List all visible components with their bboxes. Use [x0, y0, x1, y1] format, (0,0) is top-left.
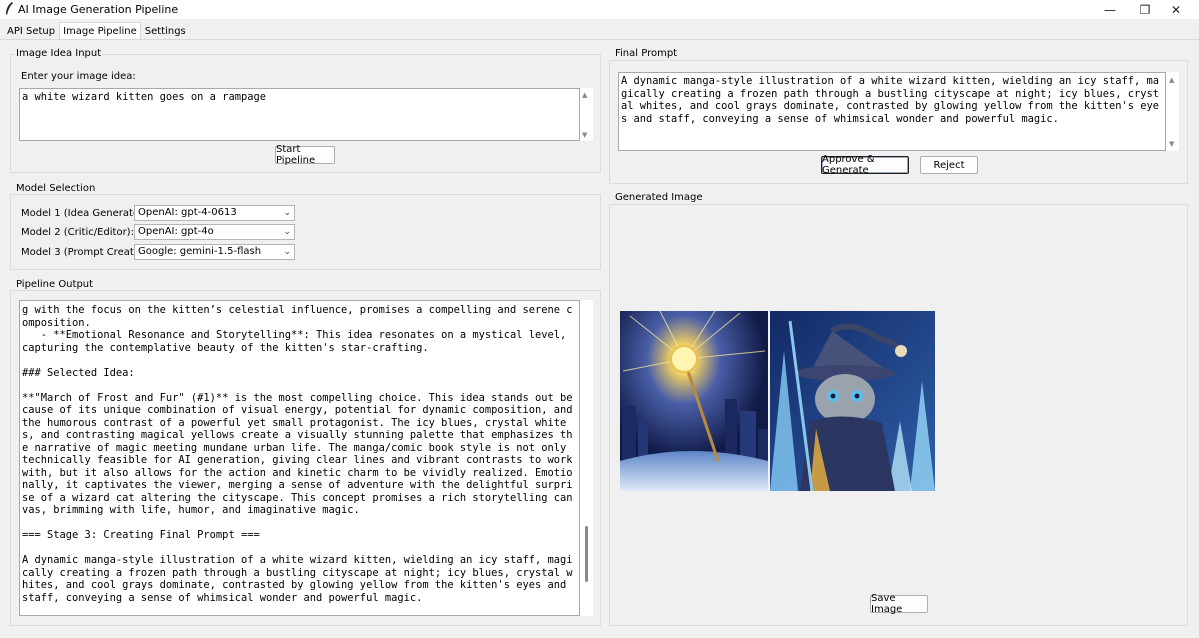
start-pipeline-button[interactable]: Start Pipeline [275, 144, 335, 166]
generated-image-left [620, 311, 768, 491]
pipeline-output-text[interactable]: g with the focus on the kitten’s celesti… [19, 300, 580, 616]
image-idea-scrollbar[interactable]: ▲ ▼ [580, 88, 593, 141]
approve-generate-button[interactable]: Approve & Generate [821, 154, 909, 176]
chevron-down-icon: ⌄ [283, 227, 291, 237]
generated-image-group-label: Generated Image [614, 192, 704, 203]
scroll-down-icon[interactable]: ▼ [582, 131, 587, 139]
pipeline-output-group-label: Pipeline Output [15, 279, 95, 290]
image-idea-input[interactable]: a white wizard kitten goes on a rampage [19, 88, 580, 141]
scroll-up-icon[interactable]: ▲ [582, 91, 587, 99]
model-2-value: OpenAI: gpt-4o [138, 226, 214, 237]
tab-api-setup[interactable]: API Setup [3, 22, 59, 40]
model-1-value: OpenAI: gpt-4-0613 [138, 207, 237, 218]
scroll-down-icon[interactable]: ▼ [1169, 140, 1174, 148]
model-2-select[interactable]: OpenAI: gpt-4o ⌄ [134, 224, 295, 240]
model-3-select[interactable]: Google: gemini-1.5-flash ⌄ [134, 244, 295, 260]
scrollbar-thumb[interactable] [585, 526, 588, 582]
tab-bar: API Setup Image Pipeline Settings [0, 22, 190, 40]
model-2-label: Model 2 (Critic/Editor): [21, 227, 134, 238]
window-title: AI Image Generation Pipeline [18, 3, 179, 16]
feather-icon [6, 2, 13, 15]
close-button[interactable]: ✕ [1153, 0, 1199, 19]
tab-image-pipeline[interactable]: Image Pipeline [59, 22, 141, 40]
model-1-select[interactable]: OpenAI: gpt-4-0613 ⌄ [134, 205, 295, 221]
final-prompt-group-label: Final Prompt [614, 48, 679, 59]
image-idea-group-label: Image Idea Input [15, 48, 103, 59]
image-idea-prompt-label: Enter your image idea: [21, 71, 136, 82]
chevron-down-icon: ⌄ [283, 208, 291, 218]
tab-settings[interactable]: Settings [141, 22, 190, 40]
title-bar: AI Image Generation Pipeline — ❐ ✕ [0, 0, 1199, 19]
tab-divider [0, 39, 1199, 40]
model-selection-group-label: Model Selection [15, 183, 97, 194]
model-3-label: Model 3 (Prompt Creator): [21, 247, 152, 258]
pipeline-output-scrollbar[interactable] [580, 300, 593, 616]
model-3-value: Google: gemini-1.5-flash [138, 246, 262, 257]
final-prompt-scrollbar[interactable]: ▲ ▼ [1166, 72, 1179, 151]
chevron-down-icon: ⌄ [283, 247, 291, 257]
scroll-up-icon[interactable]: ▲ [1169, 76, 1174, 84]
save-image-button[interactable]: Save Image [870, 593, 928, 615]
reject-button[interactable]: Reject [920, 156, 978, 174]
generated-image-right [770, 311, 935, 491]
final-prompt-text[interactable]: A dynamic manga-style illustration of a … [618, 72, 1166, 151]
model-1-label: Model 1 (Idea Generator): [21, 208, 151, 219]
